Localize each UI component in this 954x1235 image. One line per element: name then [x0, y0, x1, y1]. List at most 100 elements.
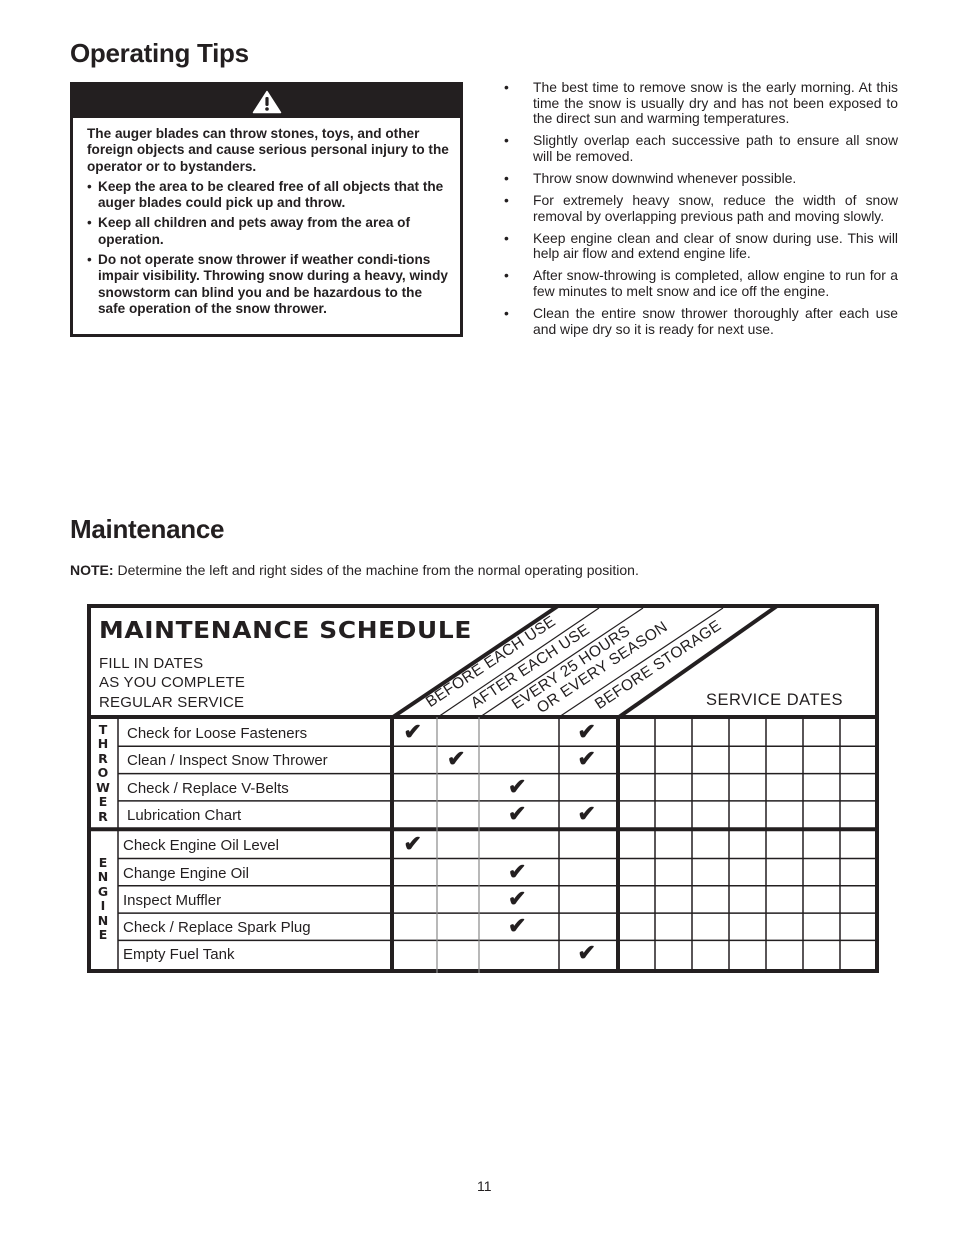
service-date-cell[interactable] — [620, 913, 653, 938]
service-date-cell[interactable] — [842, 746, 875, 771]
tip-item: Slightly overlap each successive path to… — [503, 132, 898, 164]
tip-item: Throw snow downwind whenever possible. — [503, 170, 898, 187]
subtitle-line: FILL IN DATES — [99, 655, 204, 672]
service-date-cell[interactable] — [768, 774, 801, 799]
warning-triangle-icon — [252, 90, 281, 113]
service-date-cell[interactable] — [694, 859, 727, 884]
service-date-cell[interactable] — [731, 940, 764, 965]
service-dates-label: SERVICE DATES — [706, 691, 844, 709]
service-date-cell[interactable] — [694, 719, 727, 744]
service-date-cell[interactable] — [657, 719, 690, 744]
service-date-cell[interactable] — [842, 774, 875, 799]
service-date-cell[interactable] — [657, 886, 690, 911]
warning-box: The auger blades can throw stones, toys,… — [70, 82, 463, 337]
task-label: Check for Loose Fasteners — [127, 725, 308, 742]
service-date-cell[interactable] — [731, 746, 764, 771]
service-date-cell[interactable] — [842, 801, 875, 826]
service-date-cell[interactable] — [805, 886, 838, 911]
service-date-cell[interactable] — [768, 801, 801, 826]
service-date-cell[interactable] — [842, 859, 875, 884]
maintenance-schedule-table: MAINTENANCE SCHEDULE FILL IN DATES AS YO… — [87, 604, 879, 973]
service-date-cell[interactable] — [731, 719, 764, 744]
group-label-thrower: THROWER — [96, 721, 110, 824]
schedule-subtitle: FILL IN DATES AS YOU COMPLETE REGULAR SE… — [99, 654, 245, 712]
maintenance-heading: Maintenance — [70, 514, 225, 544]
service-date-cell[interactable] — [805, 913, 838, 938]
service-date-cell[interactable] — [694, 913, 727, 938]
service-date-cell[interactable] — [842, 831, 875, 856]
service-date-cell[interactable] — [620, 859, 653, 884]
note-label: NOTE: — [70, 562, 114, 578]
service-date-cell[interactable] — [768, 746, 801, 771]
service-date-cell[interactable] — [842, 886, 875, 911]
warning-bullet: Keep all children and pets away from the… — [87, 215, 452, 248]
service-date-cell[interactable] — [657, 801, 690, 826]
service-date-cell[interactable] — [620, 774, 653, 799]
check-mark-icon: ✔ — [447, 746, 466, 772]
task-label: Lubrication Chart — [127, 806, 242, 824]
service-date-cell[interactable] — [768, 913, 801, 938]
task-label: Change Engine Oil — [123, 864, 249, 882]
service-date-cell[interactable] — [731, 859, 764, 884]
service-date-cell[interactable] — [620, 886, 653, 911]
task-label: Clean / Inspect Snow Thrower — [127, 752, 328, 770]
service-date-cell[interactable] — [768, 886, 801, 911]
warning-bullets: Keep the area to be cleared free of all … — [87, 179, 452, 317]
check-mark-icon: ✔ — [508, 773, 527, 799]
check-mark-icon: ✔ — [577, 719, 596, 744]
service-date-cell[interactable] — [842, 940, 875, 965]
service-date-cell[interactable] — [620, 940, 653, 965]
service-date-cell[interactable] — [657, 913, 690, 938]
service-date-cell[interactable] — [805, 774, 838, 799]
service-date-cell[interactable] — [805, 719, 838, 744]
task-label: Check / Replace Spark Plug — [123, 919, 311, 937]
service-date-cell[interactable] — [768, 940, 801, 965]
service-date-cell[interactable] — [620, 831, 653, 856]
service-date-cell[interactable] — [805, 859, 838, 884]
service-date-cell[interactable] — [694, 801, 727, 826]
task-label: Empty Fuel Tank — [123, 946, 235, 964]
service-date-cell[interactable] — [805, 746, 838, 771]
service-date-cell[interactable] — [842, 913, 875, 938]
warning-bullet: Do not operate snow thrower if weather c… — [87, 252, 452, 317]
service-date-cell[interactable] — [731, 774, 764, 799]
page-number: 11 — [477, 1178, 492, 1194]
service-date-cell[interactable] — [731, 886, 764, 911]
service-date-cell[interactable] — [620, 746, 653, 771]
service-date-cell[interactable] — [731, 801, 764, 826]
service-date-cell[interactable] — [657, 746, 690, 771]
tip-item: Keep engine clean and clear of snow duri… — [503, 230, 898, 262]
service-date-cell[interactable] — [731, 831, 764, 856]
check-mark-icon: ✔ — [508, 858, 527, 884]
service-date-cell[interactable] — [805, 940, 838, 965]
service-date-cell[interactable] — [657, 831, 690, 856]
check-mark-icon: ✔ — [508, 800, 527, 826]
service-date-cell[interactable] — [620, 719, 653, 744]
service-date-cell[interactable] — [768, 831, 801, 856]
service-date-cell[interactable] — [805, 831, 838, 856]
service-date-cell[interactable] — [694, 886, 727, 911]
task-label: Check / Replace V-Belts — [127, 779, 289, 797]
group-label-engine: ENGINE — [97, 854, 109, 943]
subtitle-line: AS YOU COMPLETE — [99, 674, 246, 692]
service-date-cell[interactable] — [768, 719, 801, 744]
check-mark-icon: ✔ — [508, 913, 527, 939]
check-mark-icon: ✔ — [403, 831, 422, 857]
service-date-cell[interactable] — [694, 746, 727, 771]
service-date-cell[interactable] — [657, 859, 690, 884]
service-date-cell[interactable] — [657, 940, 690, 965]
service-date-cell[interactable] — [694, 831, 727, 856]
tip-item: Clean the entire snow thrower thoroughly… — [503, 305, 898, 337]
service-date-cell[interactable] — [657, 774, 690, 799]
check-mark-icon: ✔ — [577, 800, 596, 826]
service-date-cell[interactable] — [768, 859, 801, 884]
subtitle-line: REGULAR SERVICE — [99, 693, 245, 711]
service-date-cell[interactable] — [620, 801, 653, 826]
service-date-cell[interactable] — [731, 913, 764, 938]
service-date-cell[interactable] — [694, 774, 727, 799]
service-date-cell[interactable] — [842, 719, 875, 744]
schedule-title: MAINTENANCE SCHEDULE — [99, 618, 472, 644]
service-date-cell[interactable] — [805, 801, 838, 826]
task-label: Check Engine Oil Level — [123, 837, 279, 855]
service-date-cell[interactable] — [694, 940, 727, 965]
